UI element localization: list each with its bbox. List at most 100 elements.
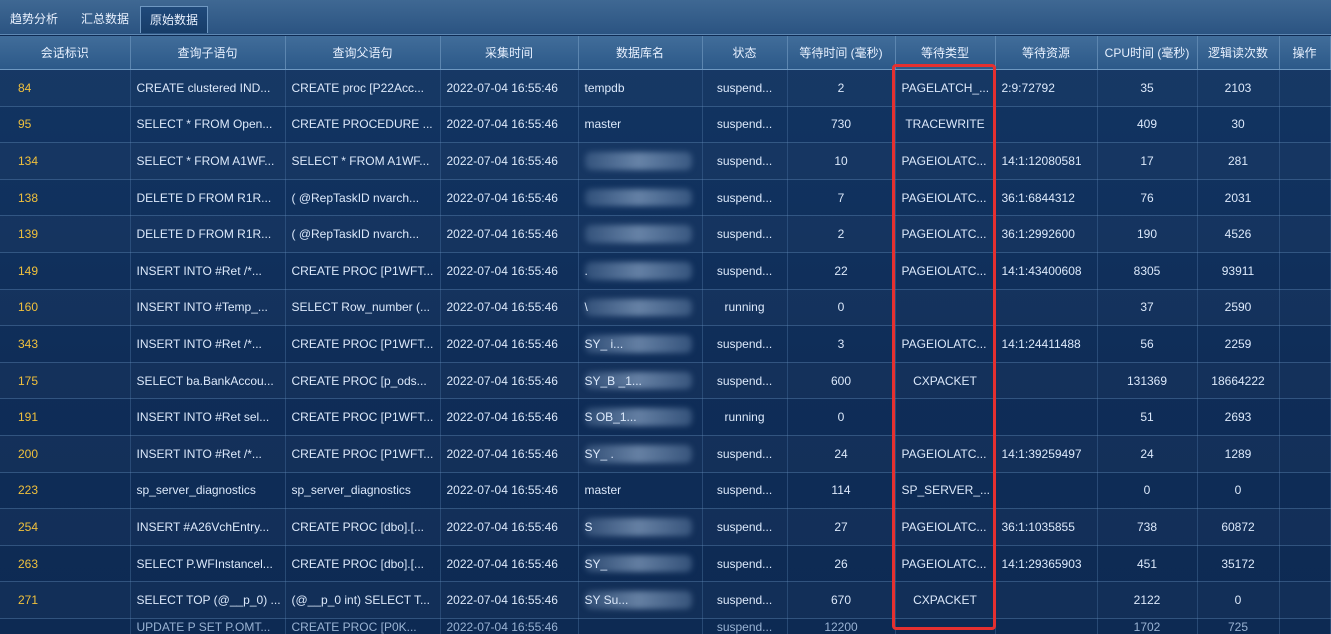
cell-wait-time: 600 bbox=[787, 362, 896, 400]
cell-collect-time: 2022-07-04 16:55:46 bbox=[440, 215, 579, 253]
cell-wait-time: 670 bbox=[787, 581, 896, 619]
cell-wait-type: PAGEIOLATC... bbox=[895, 435, 996, 473]
cell-session-id: 95 bbox=[0, 106, 131, 144]
table-row[interactable]: 254 INSERT #A26VchEntry... CREATE PROC [db… bbox=[0, 508, 1331, 546]
cell-actions[interactable] bbox=[1279, 252, 1331, 290]
column-header-database-name[interactable]: 数据库名 bbox=[578, 36, 703, 70]
column-header-logical-reads[interactable]: 逻辑读次数 bbox=[1197, 36, 1280, 70]
cell-wait-resource: 14:1:29365903 bbox=[995, 545, 1098, 583]
column-header-query-parent-statement[interactable]: 查询父语句 bbox=[285, 36, 441, 70]
cell-actions[interactable] bbox=[1279, 106, 1331, 144]
tab-trend-analysis[interactable]: 趋势分析 bbox=[4, 6, 64, 32]
cell-cpu-time: 35 bbox=[1097, 69, 1198, 107]
column-header-query-sub-statement[interactable]: 查询子语句 bbox=[130, 36, 286, 70]
cell-status: suspend... bbox=[702, 581, 788, 619]
cell-cpu-time: 24 bbox=[1097, 435, 1198, 473]
cell-actions[interactable] bbox=[1279, 545, 1331, 583]
column-header-status[interactable]: 状态 bbox=[702, 36, 788, 70]
column-header-wait-resource[interactable]: 等待资源 bbox=[995, 36, 1098, 70]
cell-cpu-time: 738 bbox=[1097, 508, 1198, 546]
database-name-text: S bbox=[584, 519, 593, 534]
table-row[interactable]: 149 INSERT INTO #Ret /*... CREATE PROC [P1… bbox=[0, 252, 1331, 290]
cell-status: suspend... bbox=[702, 618, 788, 634]
column-header-collect-time[interactable]: 采集时间 bbox=[440, 36, 579, 70]
cell-actions[interactable] bbox=[1279, 362, 1331, 400]
database-name-text: SY_ bbox=[584, 556, 608, 571]
cell-actions[interactable] bbox=[1279, 398, 1331, 436]
cell-collect-time: 2022-07-04 16:55:46 bbox=[440, 106, 579, 144]
cell-cpu-time: 51 bbox=[1097, 398, 1198, 436]
cell-actions[interactable] bbox=[1279, 142, 1331, 180]
cell-wait-resource bbox=[995, 362, 1098, 400]
table-row[interactable]: 134 SELECT * FROM A1WF... SELECT * FROM A1… bbox=[0, 142, 1331, 180]
cell-actions[interactable] bbox=[1279, 179, 1331, 217]
cell-cpu-time: 451 bbox=[1097, 545, 1198, 583]
table-row[interactable]: 200 INSERT INTO #Ret /*... CREATE PROC [P1… bbox=[0, 435, 1331, 473]
column-header-session-id[interactable]: 会话标识 bbox=[0, 36, 131, 70]
cell-actions[interactable] bbox=[1279, 581, 1331, 619]
table-row[interactable]: 223 sp_server_diagnostics sp_server_diagno… bbox=[0, 472, 1331, 510]
table-row[interactable]: 343 INSERT INTO #Ret /*... CREATE PROC [P1… bbox=[0, 325, 1331, 363]
table-header-row: 会话标识 查询子语句 查询父语句 采集时间 数据库名 状态 等待时间 (毫秒) 等待类型 等待资… bbox=[0, 36, 1331, 70]
table-row[interactable]: 271 SELECT TOP (@__p_0) ... (@__p_0 int) S… bbox=[0, 581, 1331, 619]
cell-parent-statement: (@__p_0 int) SELECT T... bbox=[285, 581, 441, 619]
cell-wait-resource: 2:9:72792 bbox=[995, 69, 1098, 107]
table-row[interactable]: 84 CREATE clustered IND... CREATE proc [P2… bbox=[0, 69, 1331, 107]
table-row[interactable]: 263 SELECT P.WFInstancel... CREATE PROC [d… bbox=[0, 545, 1331, 583]
cell-session-id: 200 bbox=[0, 435, 131, 473]
cell-actions[interactable] bbox=[1279, 325, 1331, 363]
cell-actions[interactable] bbox=[1279, 69, 1331, 107]
cell-wait-resource: 14:1:24411488 bbox=[995, 325, 1098, 363]
cell-actions[interactable] bbox=[1279, 618, 1331, 634]
cell-parent-statement: CREATE PROC [dbo].[... bbox=[285, 545, 441, 583]
cell-sub-statement: INSERT INTO #Ret /*... bbox=[130, 325, 286, 363]
column-header-cpu-time[interactable]: CPU时间 (毫秒) bbox=[1097, 36, 1198, 70]
cell-logical-reads: 93911 bbox=[1197, 252, 1280, 290]
table-row[interactable]: 191 INSERT INTO #Ret sel... CREATE PROC [P… bbox=[0, 398, 1331, 436]
tab-summary-data[interactable]: 汇总数据 bbox=[74, 6, 136, 32]
cell-sub-statement: INSERT INTO #Temp_... bbox=[130, 289, 286, 327]
database-name-text: \ bbox=[584, 300, 588, 315]
cell-wait-type: CXPACKET bbox=[895, 581, 996, 619]
cell-session-id bbox=[0, 618, 131, 634]
cell-cpu-time: 0 bbox=[1097, 472, 1198, 510]
table-row[interactable]: 138 DELETE D FROM R1R...( @RepTaskID nvar… bbox=[0, 179, 1331, 217]
cell-wait-time: 114 bbox=[787, 472, 896, 510]
cell-database-name bbox=[578, 179, 703, 217]
cell-actions[interactable] bbox=[1279, 472, 1331, 510]
cell-collect-time: 2022-07-04 16:55:46 bbox=[440, 362, 579, 400]
cell-status: suspend... bbox=[702, 106, 788, 144]
database-name-text: S OB_1... bbox=[584, 410, 637, 425]
cell-wait-time: 26 bbox=[787, 545, 896, 583]
cell-sub-statement: CREATE clustered IND... bbox=[130, 69, 286, 107]
cell-actions[interactable] bbox=[1279, 435, 1331, 473]
cell-actions[interactable] bbox=[1279, 508, 1331, 546]
cell-session-id: 175 bbox=[0, 362, 131, 400]
cell-sub-statement: INSERT INTO #Ret /*... bbox=[130, 252, 286, 290]
table-row[interactable]: UPDATE P SET P.OMT... CREATE PROC [P0K...… bbox=[0, 618, 1331, 634]
cell-parent-statement: SELECT * FROM A1WF... bbox=[285, 142, 441, 180]
cell-status: suspend... bbox=[702, 472, 788, 510]
column-header-actions[interactable]: 操作 bbox=[1279, 36, 1331, 70]
cell-status: running bbox=[702, 289, 788, 327]
table-row[interactable]: 175 SELECT ba.BankAccou... CREATE PROC [p_… bbox=[0, 362, 1331, 400]
cell-parent-statement: CREATE PROCEDURE ... bbox=[285, 106, 441, 144]
cell-wait-resource bbox=[995, 289, 1098, 327]
cell-logical-reads: 30 bbox=[1197, 106, 1280, 144]
redaction-blur bbox=[584, 152, 692, 170]
database-name-text: SY_ . bbox=[584, 446, 614, 461]
cell-database-name: SY_ . bbox=[578, 435, 703, 473]
table-row[interactable]: 139 DELETE D FROM R1R...( @RepTaskID nvar… bbox=[0, 215, 1331, 253]
table-row[interactable]: 95 SELECT * FROM Open... CREATE PROCEDURE … bbox=[0, 106, 1331, 144]
tab-raw-data[interactable]: 原始数据 bbox=[140, 6, 208, 33]
cell-sub-statement: SELECT TOP (@__p_0) ... bbox=[130, 581, 286, 619]
cell-wait-type: PAGELATCH_... bbox=[895, 69, 996, 107]
cell-actions[interactable] bbox=[1279, 289, 1331, 327]
cell-session-id: 138 bbox=[0, 179, 131, 217]
cell-actions[interactable] bbox=[1279, 215, 1331, 253]
table-row[interactable]: 160 INSERT INTO #Temp_... SELECT Row_numbe… bbox=[0, 289, 1331, 327]
cell-collect-time: 2022-07-04 16:55:46 bbox=[440, 508, 579, 546]
cell-session-id: 134 bbox=[0, 142, 131, 180]
column-header-wait-time[interactable]: 等待时间 (毫秒) bbox=[787, 36, 896, 70]
column-header-wait-type[interactable]: 等待类型 bbox=[895, 36, 996, 70]
